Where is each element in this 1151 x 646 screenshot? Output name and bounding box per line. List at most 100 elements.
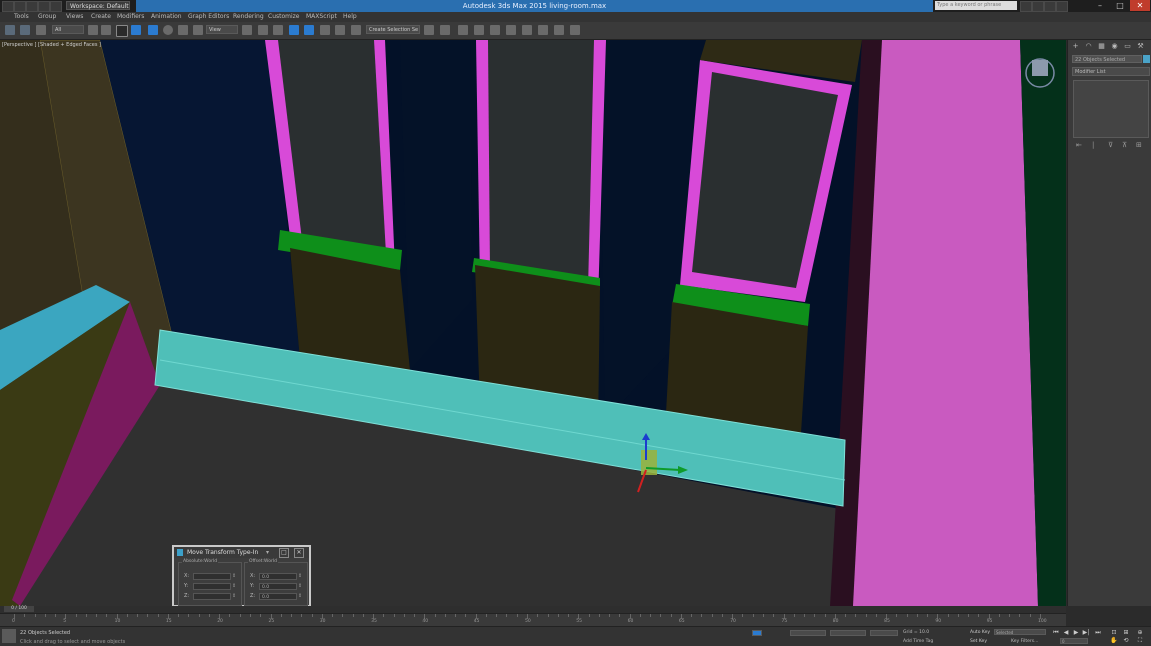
selection-lock-icon[interactable]	[752, 630, 762, 636]
modifier-list-dropdown[interactable]: Modifier List	[1072, 67, 1150, 76]
spinner-icon[interactable]: ⇕	[298, 583, 302, 589]
configure-modifier-sets-icon[interactable]: ⊞	[1136, 141, 1142, 149]
mirror-icon[interactable]	[424, 25, 434, 35]
reference-coordinate-dropdown[interactable]: View	[206, 25, 238, 34]
layer-manager-icon[interactable]	[458, 25, 468, 35]
key-filters-button[interactable]: Key Filters...	[1011, 639, 1038, 644]
offset-z-field[interactable]: 0.0	[259, 593, 297, 600]
go-to-end-icon[interactable]: ⏭	[1094, 630, 1102, 636]
minimize-button[interactable]: –	[1090, 0, 1110, 11]
help-search-input[interactable]: Type a keyword or phrase	[935, 1, 1017, 10]
workspace-dropdown[interactable]: Workspace: Default	[66, 1, 130, 10]
key-mode-icon[interactable]: ⊡	[1110, 630, 1118, 636]
time-slider[interactable]: 0 / 100	[0, 606, 1066, 613]
open-file-icon[interactable]	[26, 1, 38, 12]
select-and-rotate-icon[interactable]	[163, 25, 173, 35]
remove-modifier-icon[interactable]: ⊼	[1122, 141, 1127, 149]
unlink-icon[interactable]	[20, 25, 30, 35]
zoom-extents-icon[interactable]: ⊕	[1136, 630, 1144, 636]
dialog-title-bar[interactable]: Move Transform Type-In ▾ □ ✕	[174, 547, 309, 558]
object-name-field[interactable]: 22 Objects Selected	[1072, 55, 1142, 63]
z-coordinate-field[interactable]	[870, 630, 898, 636]
auto-key-button[interactable]: Auto Key	[970, 630, 990, 635]
percent-snap-icon[interactable]	[320, 25, 330, 35]
manipulate-icon[interactable]	[258, 25, 268, 35]
selection-filter-dropdown[interactable]: All	[52, 25, 84, 34]
edit-named-selection-icon[interactable]	[351, 25, 361, 35]
select-by-name-icon[interactable]	[101, 25, 111, 35]
menu-help[interactable]: Help	[343, 13, 357, 20]
snaps-toggle-icon[interactable]	[289, 25, 299, 35]
add-time-tag[interactable]: Add Time Tag	[903, 639, 933, 644]
pin-stack-icon[interactable]: ⇤	[1076, 141, 1082, 149]
spinner-icon[interactable]: ⇕	[232, 573, 236, 579]
bind-space-warp-icon[interactable]	[36, 25, 46, 35]
display-tab-icon[interactable]: ▭	[1123, 42, 1132, 51]
orbit-icon[interactable]: ⟲	[1122, 638, 1130, 644]
named-selection-dropdown[interactable]: Create Selection Se	[366, 25, 420, 34]
key-selection-dropdown[interactable]: Selected	[994, 629, 1046, 635]
window-crossing-icon[interactable]	[131, 25, 141, 35]
close-button[interactable]: ✕	[1130, 0, 1150, 11]
render-production-icon[interactable]	[570, 25, 580, 35]
perspective-viewport[interactable]: [Perspective ] [Shaded + Edged Faces ]	[0, 40, 1066, 606]
app-menu-icon[interactable]	[2, 1, 14, 12]
next-frame-icon[interactable]: ▶|	[1082, 630, 1090, 636]
modifier-stack[interactable]	[1073, 80, 1149, 138]
search-icon[interactable]	[1020, 1, 1032, 12]
menu-customize[interactable]: Customize	[268, 13, 300, 20]
hierarchy-tab-icon[interactable]: ▦	[1097, 42, 1106, 51]
maximize-viewport-icon[interactable]: ⛶	[1136, 638, 1144, 644]
star-icon[interactable]	[1044, 1, 1056, 12]
rendered-frame-window-icon[interactable]	[554, 25, 564, 35]
pan-view-icon[interactable]: ✋	[1110, 638, 1118, 644]
maximize-button[interactable]: □	[1110, 0, 1130, 11]
offset-x-field[interactable]: 0.0	[259, 573, 297, 580]
viewport-label[interactable]: [Perspective ] [Shaded + Edged Faces ]	[2, 42, 101, 48]
align-icon[interactable]	[440, 25, 450, 35]
absolute-y-field[interactable]	[193, 583, 231, 590]
set-key-button[interactable]: Set Key	[970, 639, 987, 644]
absolute-z-field[interactable]	[193, 593, 231, 600]
y-coordinate-field[interactable]	[830, 630, 866, 636]
menu-views[interactable]: Views	[66, 13, 83, 20]
spinner-icon[interactable]: ⇕	[298, 593, 302, 599]
menu-tools[interactable]: Tools	[14, 13, 29, 20]
new-scene-icon[interactable]	[14, 1, 26, 12]
spinner-icon[interactable]: ⇕	[232, 593, 236, 599]
pivot-center-icon[interactable]	[242, 25, 252, 35]
info-center-icon[interactable]	[1032, 1, 1044, 12]
menu-maxscript[interactable]: MAXScript	[306, 13, 337, 20]
dialog-close-button[interactable]: ✕	[294, 548, 304, 558]
menu-animation[interactable]: Animation	[151, 13, 182, 20]
render-setup-icon[interactable]	[538, 25, 548, 35]
menu-create[interactable]: Create	[91, 13, 111, 20]
save-file-icon[interactable]	[38, 1, 50, 12]
offset-y-field[interactable]: 0.0	[259, 583, 297, 590]
spinner-icon[interactable]: ⇕	[232, 583, 236, 589]
select-object-icon[interactable]	[88, 25, 98, 35]
show-end-result-icon[interactable]: |	[1092, 141, 1094, 149]
undo-icon[interactable]	[50, 1, 62, 12]
object-color-swatch[interactable]	[1143, 55, 1150, 63]
restore-button[interactable]: □	[279, 548, 289, 558]
motion-tab-icon[interactable]: ◉	[1110, 42, 1119, 51]
rectangular-selection-icon[interactable]	[116, 25, 128, 37]
menu-group[interactable]: Group	[38, 13, 56, 20]
dialog-menu-icon[interactable]: ▾	[266, 547, 269, 558]
select-and-place-icon[interactable]	[193, 25, 203, 35]
create-tab-icon[interactable]: +	[1071, 42, 1080, 51]
menu-rendering[interactable]: Rendering	[233, 13, 264, 20]
modify-tab-icon[interactable]: ◠	[1084, 42, 1093, 51]
schematic-view-icon[interactable]	[506, 25, 516, 35]
spinner-icon[interactable]: ⇕	[298, 573, 302, 579]
material-editor-icon[interactable]	[522, 25, 532, 35]
play-icon[interactable]: ▶	[1072, 630, 1080, 636]
help-icon[interactable]	[1056, 1, 1068, 12]
previous-frame-icon[interactable]: ◀	[1062, 630, 1070, 636]
maxscript-listener[interactable]	[2, 629, 16, 643]
current-frame-field[interactable]: 0	[1060, 638, 1088, 644]
menu-graph-editors[interactable]: Graph Editors	[188, 13, 229, 20]
time-slider-handle[interactable]: 0 / 100	[4, 606, 34, 612]
x-coordinate-field[interactable]	[790, 630, 826, 636]
